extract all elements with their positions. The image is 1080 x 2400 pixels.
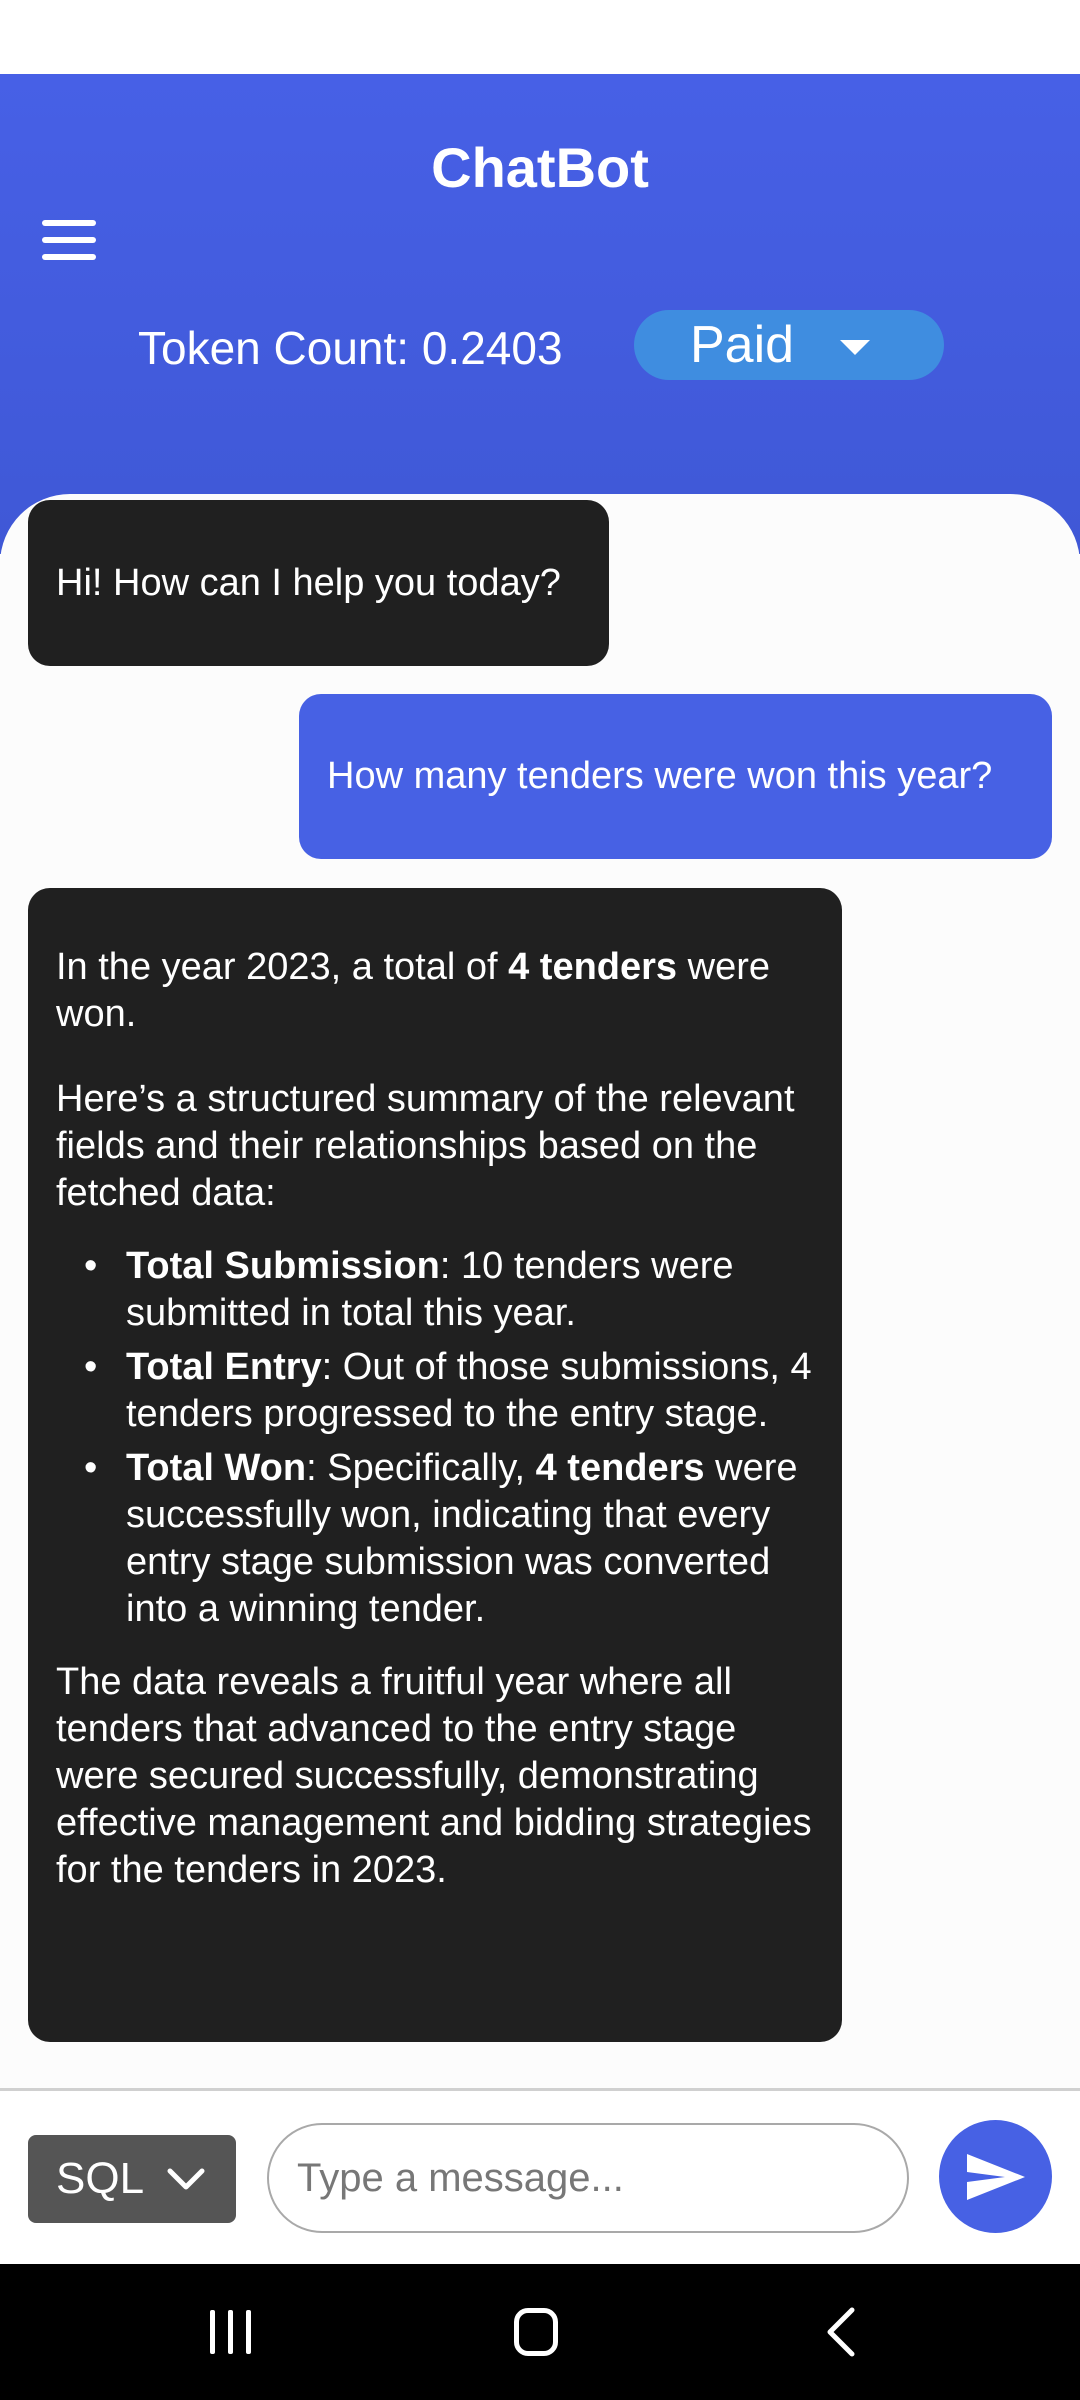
home-icon[interactable] xyxy=(514,2308,558,2356)
message-text: Hi! How can I help you today? xyxy=(56,562,561,604)
send-icon xyxy=(967,2154,1025,2200)
status-bar xyxy=(0,0,1080,74)
answer-paragraph: Here’s a structured summary of the relev… xyxy=(56,1078,795,1214)
system-nav-bar xyxy=(0,2264,1080,2400)
token-count: Token Count: 0.2403 xyxy=(138,322,563,374)
answer-list: • Total Submission: 10 tenders were submi… xyxy=(56,1243,814,1633)
bot-message-answer: In the year 2023, a total of 4 tenders w… xyxy=(28,888,842,2042)
message-text: How many tenders were won this year? xyxy=(327,755,993,797)
list-item: • Total Won: Specifically, 4 tenders were… xyxy=(84,1447,798,1630)
bot-message-greeting: Hi! How can I help you today? xyxy=(28,500,609,666)
answer-paragraph: In the year 2023, a total of 4 tenders w… xyxy=(56,946,770,1035)
plan-dropdown[interactable]: Paid xyxy=(634,310,944,380)
send-button[interactable] xyxy=(939,2120,1052,2233)
message-composer: SQL xyxy=(0,2091,1080,2264)
plan-dropdown-value: Paid xyxy=(690,316,795,374)
query-mode-value: SQL xyxy=(56,2154,145,2203)
recent-apps-icon[interactable] xyxy=(210,2310,254,2354)
app-header: ChatBot Token Count: 0.2403 Paid xyxy=(0,74,1080,554)
back-icon[interactable] xyxy=(820,2306,860,2358)
query-mode-dropdown[interactable]: SQL xyxy=(28,2135,236,2223)
caret-down-icon xyxy=(840,340,870,355)
app-title: ChatBot xyxy=(431,136,649,199)
user-message: How many tenders were won this year? xyxy=(299,694,1052,859)
list-item: • Total Submission: 10 tenders were submi… xyxy=(84,1245,734,1334)
chevron-down-icon xyxy=(167,2168,205,2190)
hamburger-menu-icon[interactable] xyxy=(42,220,96,260)
message-input[interactable] xyxy=(267,2123,909,2233)
chat-messages[interactable]: Hi! How can I help you today? How many t… xyxy=(0,494,1080,2088)
list-item: • Total Entry: Out of those submissions, … xyxy=(84,1346,812,1435)
answer-paragraph: The data reveals a fruitful year where a… xyxy=(56,1661,812,1891)
